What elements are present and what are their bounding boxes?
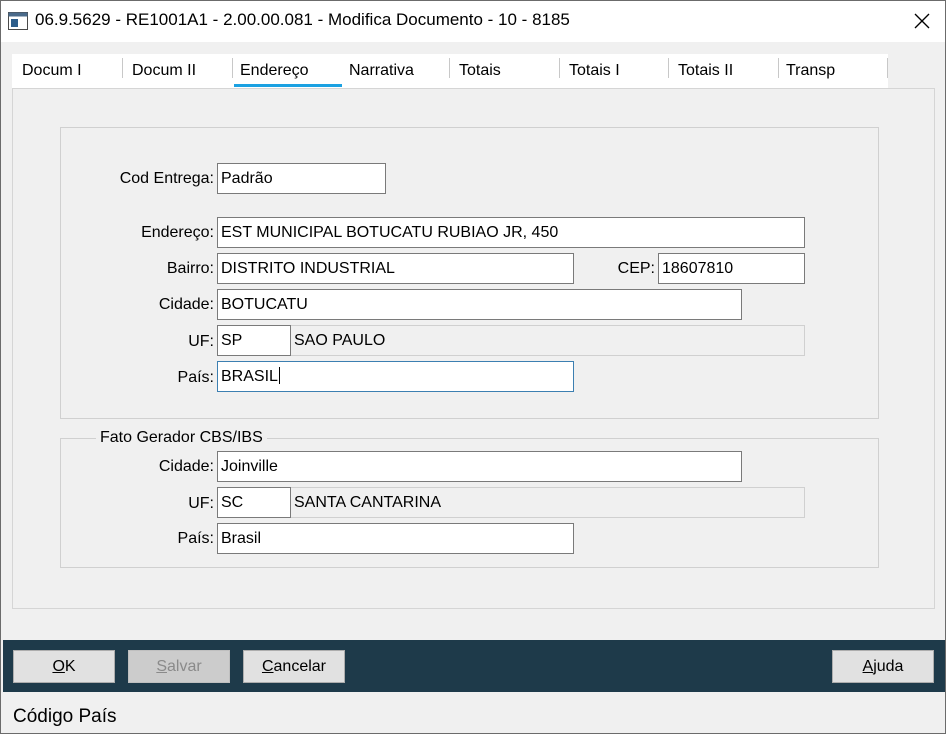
active-tab-indicator [234, 84, 342, 87]
tab-label: Docum I [22, 62, 82, 79]
pais-value: BRASIL [221, 368, 278, 385]
tab-label: Transp [786, 62, 836, 79]
tab-label: Endereço [240, 62, 309, 79]
bairro-field[interactable]: DISTRITO INDUSTRIAL [217, 253, 574, 284]
tab-totais-ii[interactable]: Totais II [668, 54, 778, 88]
tab-totais[interactable]: Totais [449, 54, 559, 88]
fg-cidade-field[interactable]: Joinville [217, 451, 742, 482]
cod-entrega-label: Cod Entrega: [119, 170, 214, 187]
tab-endereco[interactable]: Endereço [230, 54, 340, 88]
tab-label: Totais [459, 62, 501, 79]
tab-narrativa[interactable]: Narrativa [339, 54, 449, 88]
salvar-label: alvar [166, 657, 202, 675]
ajuda-button[interactable]: Ajuda [832, 650, 934, 683]
tab-separator [887, 58, 888, 78]
endereco-label: Endereço: [141, 224, 214, 241]
tab-label: Docum II [132, 62, 197, 79]
ok-label: K [64, 657, 76, 675]
bairro-label: Bairro: [166, 260, 214, 277]
ok-button[interactable]: OK [13, 650, 115, 683]
pais-label: País: [177, 369, 214, 386]
uf-name-readonly: SAO PAULO [288, 325, 805, 356]
fg-uf-field[interactable]: SC [217, 487, 291, 518]
cancelar-label: ancelar [273, 657, 327, 675]
status-text: Código País [13, 706, 117, 727]
fg-uf-label: UF: [188, 495, 214, 512]
cidade-field[interactable]: BOTUCATU [217, 289, 742, 320]
cod-entrega-field[interactable]: Padrão [217, 163, 386, 194]
tab-docum-ii[interactable]: Docum II [122, 54, 232, 88]
tab-transp[interactable]: Transp [776, 54, 886, 88]
status-bar [0, 696, 946, 734]
tab-totais-i[interactable]: Totais I [559, 54, 669, 88]
window-title: 06.9.5629 - RE1001A1 - 2.00.00.081 - Mod… [35, 10, 570, 29]
tab-docum-i[interactable]: Docum I [12, 54, 122, 88]
tab-label: Totais I [569, 62, 620, 79]
ajuda-mnemonic: A [862, 657, 874, 675]
uf-field[interactable]: SP [217, 325, 291, 356]
app-window-icon [8, 12, 28, 30]
tab-strip: Docum I Docum II Endereço Narrativa Tota… [12, 54, 888, 88]
cidade-label: Cidade: [158, 296, 214, 313]
ok-mnemonic: O [52, 657, 65, 675]
close-button[interactable] [898, 0, 946, 42]
pais-field[interactable]: BRASIL [217, 361, 574, 392]
tab-label: Totais II [678, 62, 734, 79]
cancelar-mnemonic: C [261, 657, 274, 675]
fato-gerador-title: Fato Gerador CBS/IBS [96, 429, 267, 447]
fg-pais-field[interactable]: Brasil [217, 523, 574, 554]
text-caret [278, 367, 280, 384]
close-icon [914, 13, 930, 29]
cancelar-button[interactable]: Cancelar [243, 650, 345, 683]
endereco-field[interactable]: EST MUNICIPAL BOTUCATU RUBIAO JR, 450 [217, 217, 805, 248]
ajuda-label: juda [873, 657, 904, 675]
fg-uf-name-readonly: SANTA CANTARINA [288, 487, 805, 518]
fg-pais-label: País: [177, 530, 214, 547]
uf-label: UF: [188, 333, 214, 350]
cep-field[interactable]: 18607810 [658, 253, 805, 284]
tab-label: Narrativa [349, 62, 414, 79]
fg-cidade-label: Cidade: [158, 458, 214, 475]
cep-label: CEP: [617, 260, 655, 277]
salvar-button[interactable]: Salvar [128, 650, 230, 683]
salvar-mnemonic: S [156, 657, 167, 675]
